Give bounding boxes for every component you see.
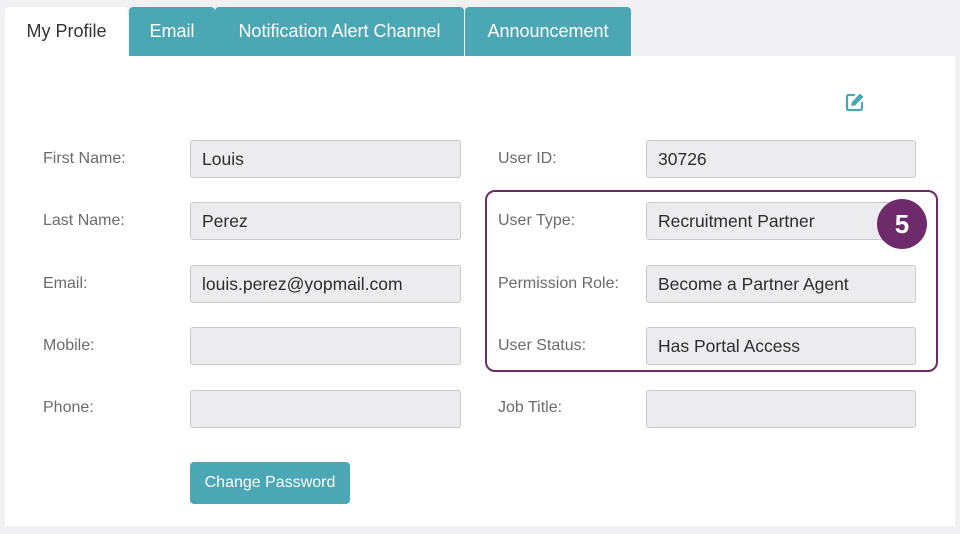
last-name-label: Last Name: <box>43 212 125 229</box>
edit-icon[interactable] <box>845 92 865 112</box>
first-name-label: First Name: <box>43 150 126 167</box>
mobile-label: Mobile: <box>43 337 95 354</box>
tab-bar: My Profile Email Notification Alert Chan… <box>5 7 631 56</box>
job-title-label: Job Title: <box>498 399 563 416</box>
tab-notification-alert-channel[interactable]: Notification Alert Channel <box>215 7 464 56</box>
tab-email[interactable]: Email <box>129 7 215 56</box>
highlight-box <box>485 190 938 372</box>
mobile-field[interactable] <box>190 327 461 365</box>
user-id-label: User ID: <box>498 150 557 167</box>
tab-my-profile[interactable]: My Profile <box>5 7 128 56</box>
email-field[interactable]: louis.perez@yopmail.com <box>190 265 461 303</box>
phone-label: Phone: <box>43 399 94 416</box>
user-id-field[interactable]: 30726 <box>646 140 916 178</box>
first-name-field[interactable]: Louis <box>190 140 461 178</box>
change-password-button[interactable]: Change Password <box>190 462 350 504</box>
last-name-field[interactable]: Perez <box>190 202 461 240</box>
phone-field[interactable] <box>190 390 461 428</box>
job-title-field[interactable] <box>646 390 916 428</box>
step-badge: 5 <box>877 199 927 249</box>
tab-announcement[interactable]: Announcement <box>465 7 631 56</box>
email-label: Email: <box>43 275 88 292</box>
